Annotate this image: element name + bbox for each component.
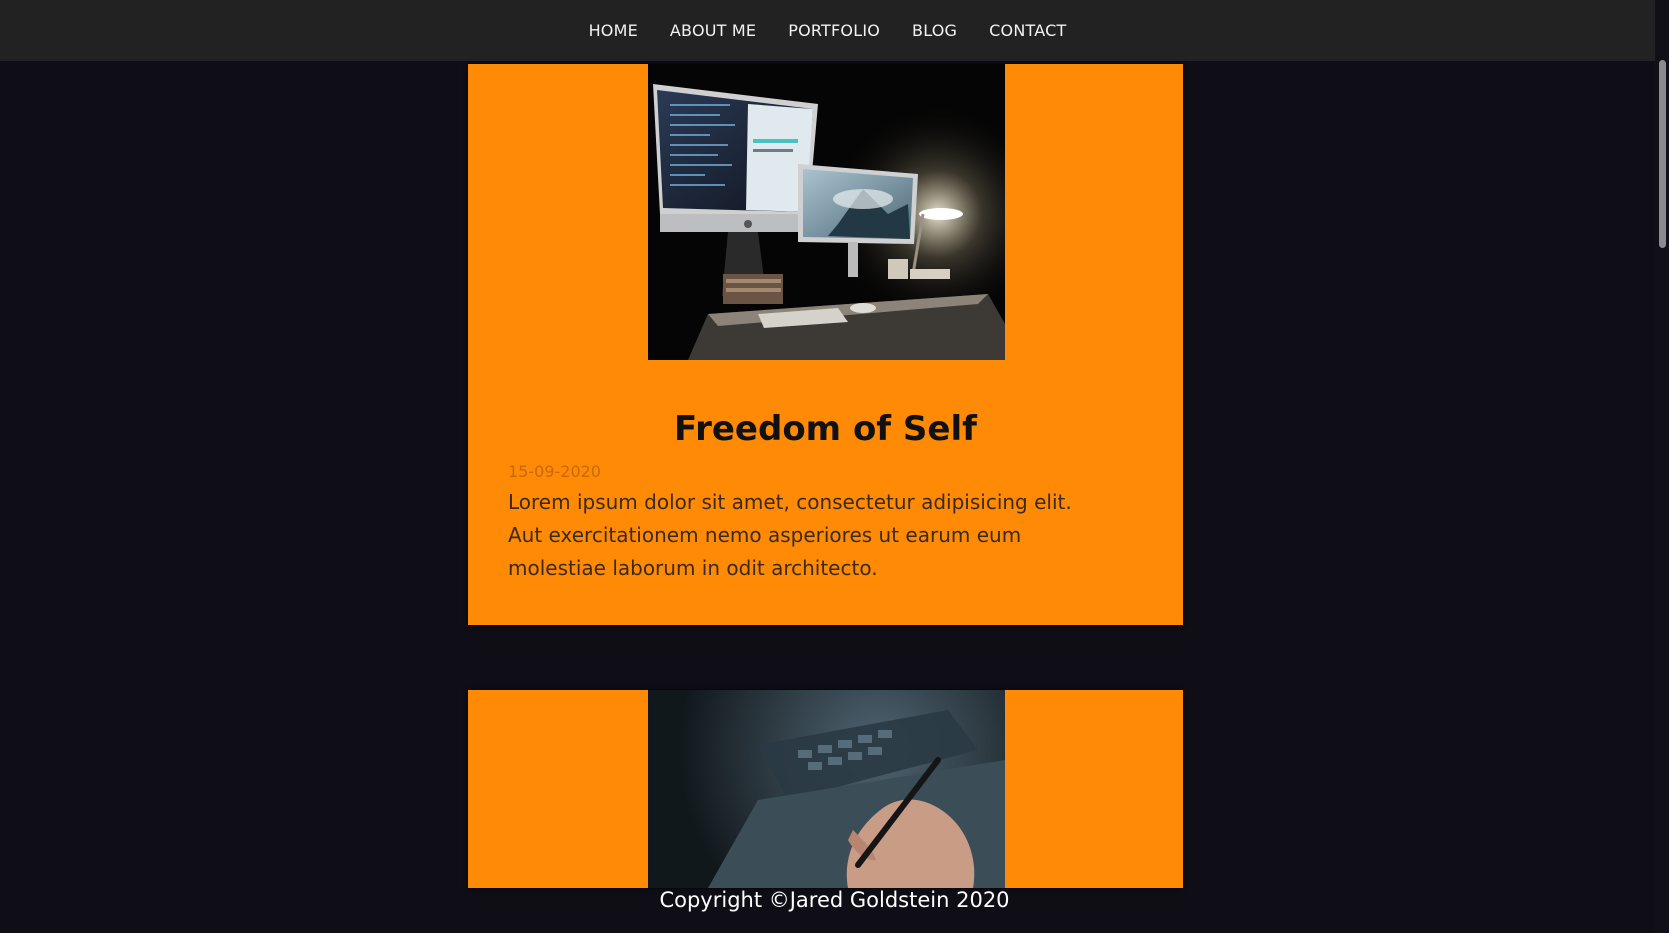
desk-computer-setup-photo[interactable] — [648, 64, 1005, 360]
post-date: 15-09-2020 — [508, 462, 601, 481]
nav-about-me[interactable]: ABOUT ME — [654, 21, 772, 40]
scrollbar-thumb[interactable] — [1659, 60, 1666, 248]
top-navbar: HOME ABOUT ME PORTFOLIO BLOG CONTACT — [0, 0, 1655, 61]
nav-contact[interactable]: CONTACT — [973, 21, 1082, 40]
nav-blog[interactable]: BLOG — [896, 21, 973, 40]
tablet-drawing-illustration — [648, 690, 1005, 888]
page-scrollbar[interactable] — [1655, 0, 1669, 933]
blog-post-card[interactable]: Freedom of Self 15-09-2020 Lorem ipsum d… — [468, 64, 1183, 625]
hand-drawing-tablet-photo[interactable] — [648, 690, 1005, 888]
nav-home[interactable]: HOME — [573, 21, 654, 40]
footer-copyright: Copyright ©Jared Goldstein 2020 — [659, 888, 1010, 912]
blog-post-card[interactable] — [468, 690, 1183, 888]
post-title[interactable]: Freedom of Self — [468, 409, 1183, 449]
desk-computer-illustration — [648, 64, 1005, 360]
nav-portfolio[interactable]: PORTFOLIO — [772, 21, 896, 40]
post-excerpt: Lorem ipsum dolor sit amet, consectetur … — [508, 490, 1072, 580]
